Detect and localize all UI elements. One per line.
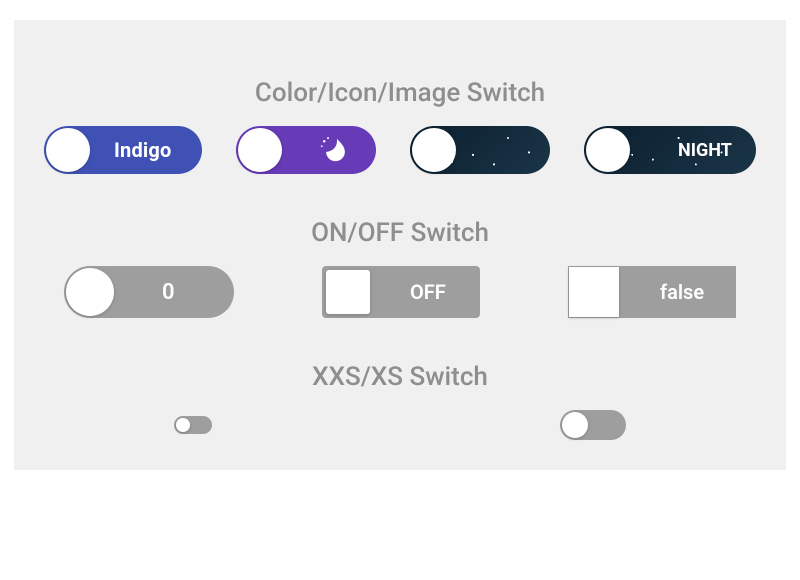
switch-starfield[interactable] (410, 126, 550, 174)
switch-xs[interactable] (560, 410, 626, 440)
switch-night-label: NIGHT (678, 140, 732, 161)
row-on-off: 0 OFF false (34, 266, 766, 318)
switch-purple-thumb (238, 128, 282, 172)
switch-false[interactable]: false (568, 266, 736, 318)
switch-false-thumb (569, 267, 619, 317)
row-color-icon-image: Indigo NIGHT (34, 126, 766, 174)
switch-zero-thumb (66, 268, 114, 316)
switch-xxs-thumb (176, 418, 190, 432)
switch-zero-label: 0 (162, 280, 175, 305)
switch-false-label: false (660, 280, 704, 304)
section-title-color-icon-image: Color/Icon/Image Switch (34, 78, 766, 108)
section-title-xxs-xs: XXS/XS Switch (34, 362, 766, 392)
switch-indigo-label: Indigo (114, 138, 172, 162)
switch-demo-panel: Color/Icon/Image Switch Indigo NIGHT (14, 20, 786, 470)
row-xxs-xs (34, 410, 766, 440)
switch-indigo[interactable]: Indigo (44, 126, 202, 174)
moon-stars-icon (318, 135, 348, 165)
section-title-on-off: ON/OFF Switch (34, 218, 766, 248)
switch-off[interactable]: OFF (322, 266, 480, 318)
switch-off-thumb (326, 270, 370, 314)
switch-off-label: OFF (410, 280, 446, 304)
switch-night[interactable]: NIGHT (584, 126, 756, 174)
switch-purple-moon[interactable] (236, 126, 376, 174)
switch-zero[interactable]: 0 (64, 266, 234, 318)
switch-xs-thumb (562, 412, 588, 438)
switch-starfield-thumb (412, 128, 456, 172)
switch-xxs[interactable] (174, 416, 212, 434)
switch-night-thumb (586, 128, 630, 172)
switch-indigo-thumb (46, 128, 90, 172)
